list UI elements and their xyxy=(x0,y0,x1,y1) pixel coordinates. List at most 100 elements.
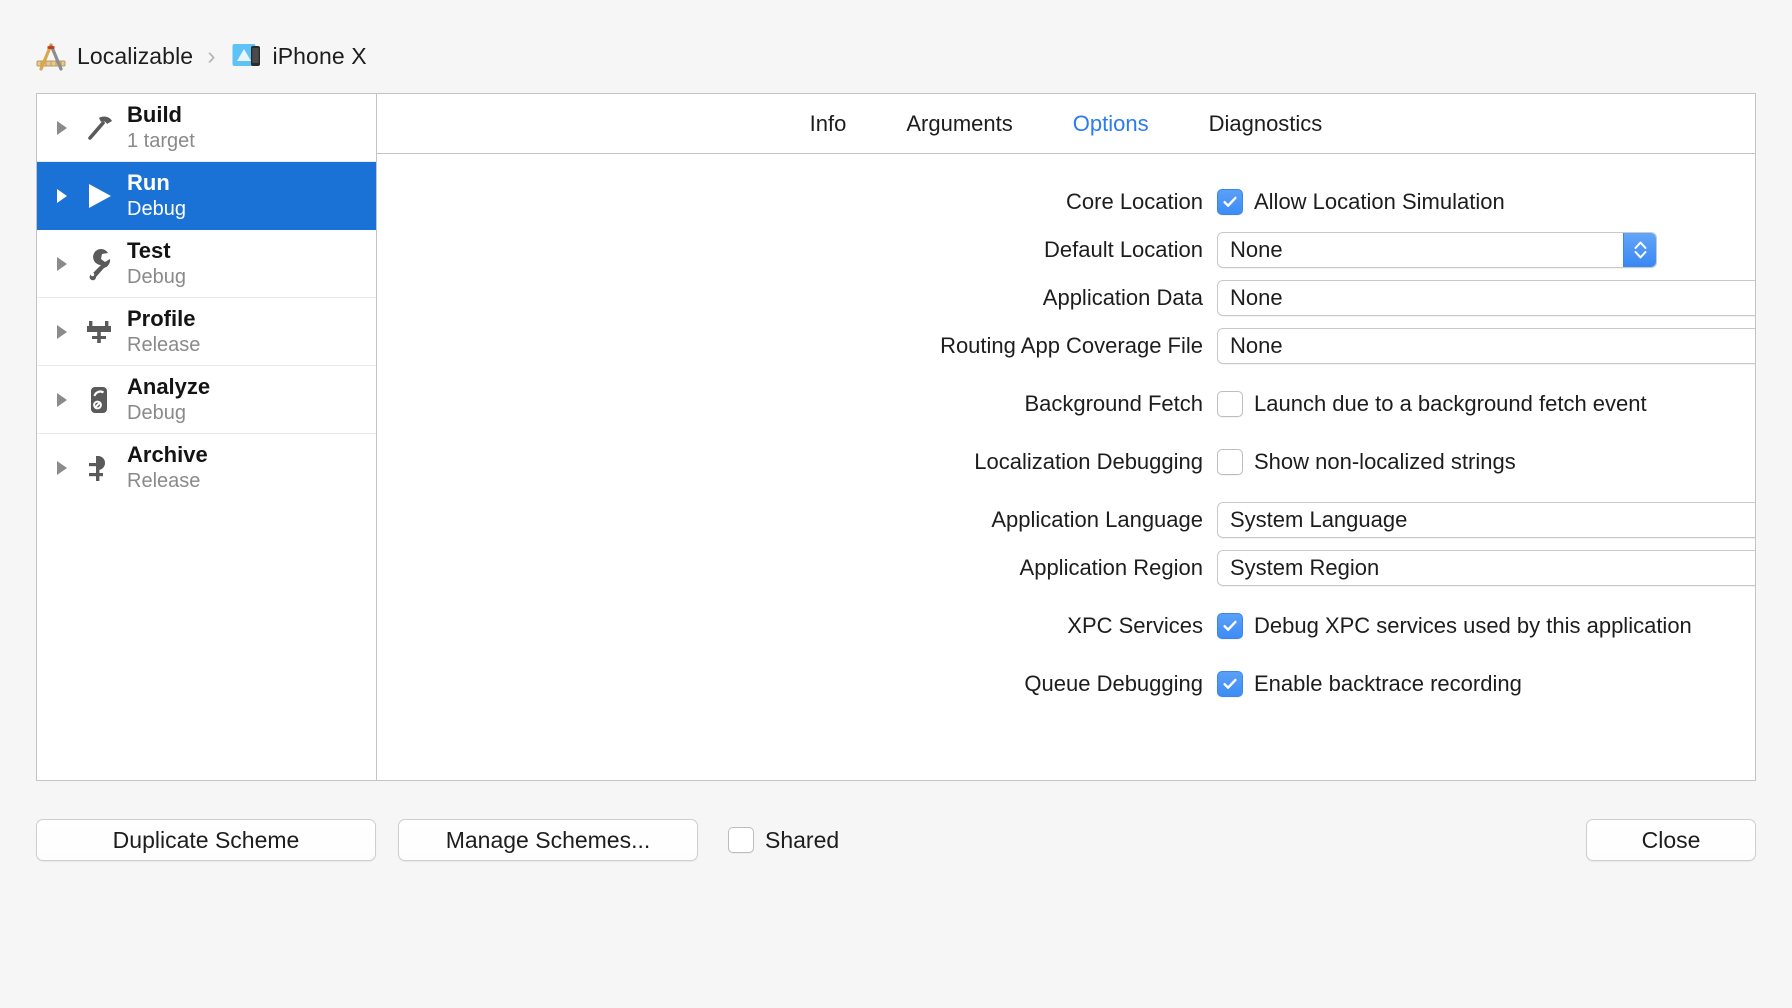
routing-app-coverage-file-label: Routing App Coverage File xyxy=(377,333,1217,359)
breadcrumb-separator-icon: › xyxy=(207,42,215,71)
row-application-data: Application Data None xyxy=(377,276,1755,320)
application-language-value: System Language xyxy=(1218,503,1755,537)
play-icon xyxy=(79,176,119,216)
disclosure-triangle-icon[interactable] xyxy=(51,189,73,203)
footer-bar: Duplicate Scheme Manage Schemes... Share… xyxy=(36,805,1756,875)
default-location-popup-button[interactable]: None xyxy=(1217,232,1657,268)
sidebar-item-sub: Debug xyxy=(127,266,186,288)
tab-info[interactable]: Info xyxy=(780,111,877,137)
row-background-fetch: Background Fetch Launch due to a backgro… xyxy=(377,382,1755,426)
localization-debugging-checkbox[interactable] xyxy=(1217,449,1243,475)
sidebar-item-archive[interactable]: Archive Release xyxy=(37,434,376,502)
application-data-label: Application Data xyxy=(377,285,1217,311)
sidebar-item-name: Archive xyxy=(127,443,208,468)
localization-debugging-control: Show non-localized strings xyxy=(1217,449,1516,475)
row-localization-debugging: Localization Debugging Show non-localize… xyxy=(377,440,1755,484)
gauge-icon xyxy=(79,312,119,352)
breadcrumb-destination-label: iPhone X xyxy=(273,43,367,70)
disclosure-triangle-icon[interactable] xyxy=(51,461,73,475)
sidebar-item-name: Run xyxy=(127,171,186,196)
background-fetch-control: Launch due to a background fetch event xyxy=(1217,391,1647,417)
queue-debugging-label: Queue Debugging xyxy=(377,671,1217,697)
breadcrumb-project[interactable]: Localizable xyxy=(36,41,193,71)
row-application-region: Application Region System Region xyxy=(377,546,1755,590)
tab-bar: Info Arguments Options Diagnostics xyxy=(377,94,1755,154)
sidebar-item-test[interactable]: Test Debug xyxy=(37,230,376,298)
scheme-options-content: Info Arguments Options Diagnostics Core … xyxy=(377,94,1755,780)
xpc-services-checkbox-label: Debug XPC services used by this applicat… xyxy=(1254,613,1692,639)
disclosure-triangle-icon[interactable] xyxy=(51,325,73,339)
application-data-value: None xyxy=(1218,281,1755,315)
breadcrumb: Localizable › iPhone X xyxy=(36,36,367,76)
disclosure-triangle-icon[interactable] xyxy=(51,393,73,407)
background-fetch-checkbox[interactable] xyxy=(1217,391,1243,417)
default-location-control: None xyxy=(1217,232,1657,268)
sidebar-item-sub: Release xyxy=(127,470,208,492)
sidebar-item-sub: Debug xyxy=(127,402,210,424)
tab-diagnostics[interactable]: Diagnostics xyxy=(1179,111,1353,137)
routing-app-coverage-file-popup-button[interactable]: None xyxy=(1217,328,1755,364)
sidebar-item-name: Analyze xyxy=(127,375,210,400)
simulator-icon xyxy=(232,42,262,70)
core-location-control: Allow Location Simulation xyxy=(1217,189,1505,215)
application-region-label: Application Region xyxy=(377,555,1217,581)
sidebar-item-build[interactable]: Build 1 target xyxy=(37,94,376,162)
duplicate-scheme-button[interactable]: Duplicate Scheme xyxy=(36,819,376,861)
xcode-app-icon xyxy=(36,41,66,71)
chevron-up-down-icon[interactable] xyxy=(1623,233,1656,267)
default-location-label: Default Location xyxy=(377,237,1217,263)
shared-label: Shared xyxy=(765,827,839,854)
background-fetch-checkbox-label: Launch due to a background fetch event xyxy=(1254,391,1647,417)
shared-checkbox[interactable] xyxy=(728,827,754,853)
sidebar-item-profile[interactable]: Profile Release xyxy=(37,298,376,366)
application-data-control: None xyxy=(1217,280,1755,316)
core-location-label: Core Location xyxy=(377,189,1217,215)
manage-schemes-button[interactable]: Manage Schemes... xyxy=(398,819,698,861)
sidebar-item-run[interactable]: Run Debug xyxy=(37,162,376,230)
background-fetch-label: Background Fetch xyxy=(377,391,1217,417)
xpc-services-label: XPC Services xyxy=(377,613,1217,639)
xpc-services-control: Debug XPC services used by this applicat… xyxy=(1217,613,1692,639)
breadcrumb-destination[interactable]: iPhone X xyxy=(232,42,367,70)
queue-debugging-control: Enable backtrace recording xyxy=(1217,671,1522,697)
tab-arguments[interactable]: Arguments xyxy=(876,111,1042,137)
hammer-icon xyxy=(79,108,119,148)
application-language-label: Application Language xyxy=(377,507,1217,533)
queue-debugging-checkbox[interactable] xyxy=(1217,671,1243,697)
default-location-value: None xyxy=(1218,233,1623,267)
application-language-control: System Language xyxy=(1217,502,1755,538)
sidebar-item-analyze[interactable]: Analyze Debug xyxy=(37,366,376,434)
row-application-language: Application Language System Language xyxy=(377,498,1755,542)
options-form: Core Location Allow Location Simulation … xyxy=(377,154,1755,780)
routing-app-coverage-file-value: None xyxy=(1218,329,1755,363)
row-default-location: Default Location None xyxy=(377,228,1755,272)
clamp-icon xyxy=(79,448,119,488)
sidebar-item-name: Test xyxy=(127,239,186,264)
breadcrumb-project-label: Localizable xyxy=(77,43,193,70)
row-core-location: Core Location Allow Location Simulation xyxy=(377,180,1755,224)
queue-debugging-checkbox-label: Enable backtrace recording xyxy=(1254,671,1522,697)
sidebar-item-sub: 1 target xyxy=(127,130,195,152)
routing-app-coverage-file-control: None xyxy=(1217,328,1755,364)
scheme-actions-sidebar: Build 1 target Run Debug xyxy=(37,94,377,780)
analyze-icon xyxy=(79,380,119,420)
row-xpc-services: XPC Services Debug XPC services used by … xyxy=(377,604,1755,648)
close-button[interactable]: Close xyxy=(1586,819,1756,861)
wrench-icon xyxy=(79,244,119,284)
localization-debugging-label: Localization Debugging xyxy=(377,449,1217,475)
tab-options[interactable]: Options xyxy=(1043,111,1179,137)
application-data-popup-button[interactable]: None xyxy=(1217,280,1755,316)
disclosure-triangle-icon[interactable] xyxy=(51,121,73,135)
allow-location-simulation-label: Allow Location Simulation xyxy=(1254,189,1505,215)
xpc-services-checkbox[interactable] xyxy=(1217,613,1243,639)
disclosure-triangle-icon[interactable] xyxy=(51,257,73,271)
sidebar-item-name: Build xyxy=(127,103,195,128)
sidebar-item-sub: Release xyxy=(127,334,200,356)
sidebar-item-name: Profile xyxy=(127,307,200,332)
row-queue-debugging: Queue Debugging Enable backtrace recordi… xyxy=(377,662,1755,706)
application-region-control: System Region xyxy=(1217,550,1755,586)
allow-location-simulation-checkbox[interactable] xyxy=(1217,189,1243,215)
application-region-value: System Region xyxy=(1218,551,1755,585)
application-region-popup-button[interactable]: System Region xyxy=(1217,550,1755,586)
application-language-popup-button[interactable]: System Language xyxy=(1217,502,1755,538)
